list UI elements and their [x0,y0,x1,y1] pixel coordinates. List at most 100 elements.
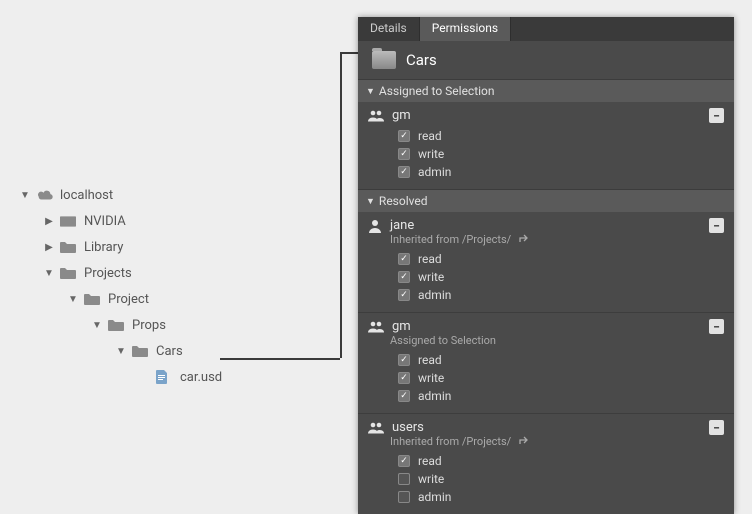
collapse-button[interactable]: − [709,319,724,334]
checkbox[interactable] [398,491,410,503]
folder-icon [132,345,150,357]
caret-down-icon: ▼ [20,190,30,201]
perm-item-read: read [398,351,724,369]
section-assigned-body: gm − read write admin [358,102,734,189]
permission-entry: gmAssigned to Selection− read write admin [358,313,734,413]
checkbox[interactable] [398,390,410,402]
perm-list: read write admin [368,448,724,508]
caret-right-icon: ▶ [44,242,54,253]
checkbox[interactable] [398,289,410,301]
cloud-icon [36,188,54,202]
entry-name: users [392,420,424,435]
user-icon [368,219,382,233]
tree-label: Projects [84,266,132,281]
checkbox[interactable] [398,473,410,485]
tab-details[interactable]: Details [358,17,420,41]
tree-item[interactable]: ▶Library [20,234,320,260]
perm-label: read [418,353,442,367]
section-label: Resolved [379,194,428,208]
group-icon [368,421,384,434]
panel-header: Cars [358,41,734,79]
caret-down-icon: ▼ [68,294,78,305]
folder-icon [84,293,102,305]
entry-name: gm [392,108,411,123]
perm-label: admin [418,165,451,179]
checkbox[interactable] [398,372,410,384]
permission-entry: janeInherited from /Projects/ − read write… [358,212,734,312]
external-link-icon[interactable] [517,436,529,447]
perm-item-write: write [398,145,724,163]
entry-head: users [368,420,724,435]
file-tree: ▼ localhost ▶NVIDIA▶Library▼Projects▼Pro… [20,182,320,390]
panel-title: Cars [406,51,437,69]
tree-item[interactable]: ▼Props [20,312,320,338]
checkbox[interactable] [398,253,410,265]
permission-entry: gm − read write admin [358,102,734,189]
perm-list: read write admin [368,347,724,407]
checkbox[interactable] [398,130,410,142]
group-icon [368,109,384,122]
caret-down-icon: ▼ [44,268,54,279]
perm-list: read write admin [368,246,724,306]
drive-icon [60,215,78,227]
tree-item[interactable]: ▼ Project [20,286,320,312]
perm-item-admin: admin [398,286,724,304]
tree-item[interactable]: ▼ Cars [20,338,320,364]
perm-label: write [418,371,444,385]
entry-name: jane [390,218,414,233]
tree-item[interactable]: ▶NVIDIA [20,208,320,234]
perm-item-write: write [398,470,724,488]
tree-label: Project [108,292,149,307]
tree-label: Cars [156,344,183,359]
perm-label: write [418,147,444,161]
perm-label: admin [418,389,451,403]
tab-permissions[interactable]: Permissions [420,17,511,41]
perm-list: read write admin [368,123,724,183]
tree-root[interactable]: ▼ localhost [20,182,320,208]
entry-head: gm [368,319,724,334]
perm-item-admin: admin [398,163,724,181]
section-resolved-body: janeInherited from /Projects/ − read write… [358,212,734,514]
caret-right-icon: ▶ [44,216,54,227]
perm-item-read: read [398,452,724,470]
collapse-button[interactable]: − [709,108,724,123]
caret-down-icon: ▼ [366,86,375,97]
perm-item-read: read [398,250,724,268]
tree-label: localhost [60,188,113,203]
checkbox[interactable] [398,271,410,283]
perm-label: write [418,472,444,486]
collapse-button[interactable]: − [709,420,724,435]
tree-label: car.usd [180,370,222,385]
entry-subtext: Assigned to Selection [368,334,724,347]
caret-down-icon: ▼ [92,320,102,331]
perm-label: read [418,454,442,468]
perm-item-read: read [398,127,724,145]
checkbox[interactable] [398,354,410,366]
tab-bar: Details Permissions [358,17,734,41]
perm-label: admin [418,288,451,302]
checkbox[interactable] [398,148,410,160]
collapse-button[interactable]: − [709,218,724,233]
external-link-icon[interactable] [517,234,529,245]
perm-label: write [418,270,444,284]
permission-entry: usersInherited from /Projects/ −readwrit… [358,414,734,514]
tree-item[interactable]: car.usd [20,364,320,390]
folder-icon [372,51,396,69]
tree-item[interactable]: ▼ Projects [20,260,320,286]
caret-down-icon: ▼ [116,346,126,357]
perm-item-write: write [398,268,724,286]
folder-icon [60,241,78,253]
section-resolved-header[interactable]: ▼ Resolved [358,189,734,212]
checkbox[interactable] [398,166,410,178]
group-icon [368,320,384,333]
perm-label: admin [418,490,451,504]
section-label: Assigned to Selection [379,84,495,98]
entry-subtext: Inherited from /Projects/ [368,233,724,246]
folder-icon [108,319,126,331]
entry-head: gm [368,108,724,123]
perm-label: read [418,252,442,266]
checkbox[interactable] [398,455,410,467]
section-assigned-header[interactable]: ▼ Assigned to Selection [358,79,734,102]
connector-line [340,52,342,358]
entry-head: jane [368,218,724,233]
